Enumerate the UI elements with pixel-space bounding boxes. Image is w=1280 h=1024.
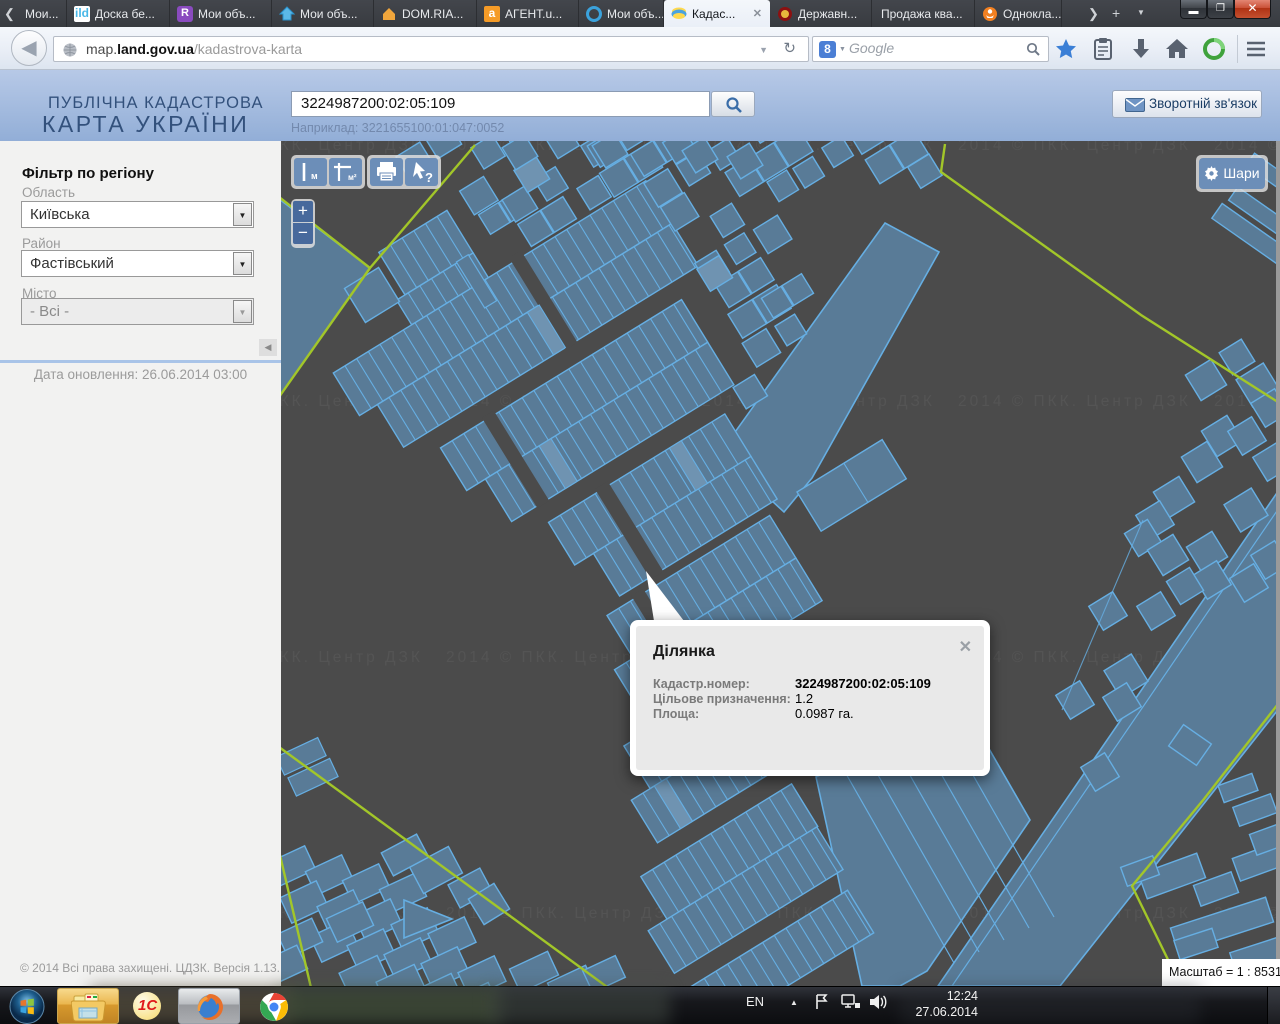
svg-text:2014 © ПКК. Центр ДЗК: 2014 © ПКК. Центр ДЗК (958, 141, 1191, 154)
svg-text:м: м (311, 171, 318, 181)
svg-text:2014 © ПКК. Центр ДЗК: 2014 © ПКК. Центр ДЗК (281, 141, 423, 154)
svg-text:2014 © ПКК. Центр ДЗК: 2014 © ПКК. Центр ДЗК (281, 649, 423, 666)
svg-text:2014 © ПКК. Центр ДЗК: 2014 © ПКК. Центр ДЗК (1214, 141, 1280, 154)
svg-text:м²: м² (348, 173, 357, 182)
svg-text:?: ? (425, 170, 433, 185)
svg-text:2014 © ПКК. Центр ДЗК: 2014 © ПКК. Центр ДЗК (958, 649, 1191, 666)
svg-text:2014 © ПКК. Центр ДЗК: 2014 © ПКК. Центр ДЗК (958, 393, 1191, 410)
